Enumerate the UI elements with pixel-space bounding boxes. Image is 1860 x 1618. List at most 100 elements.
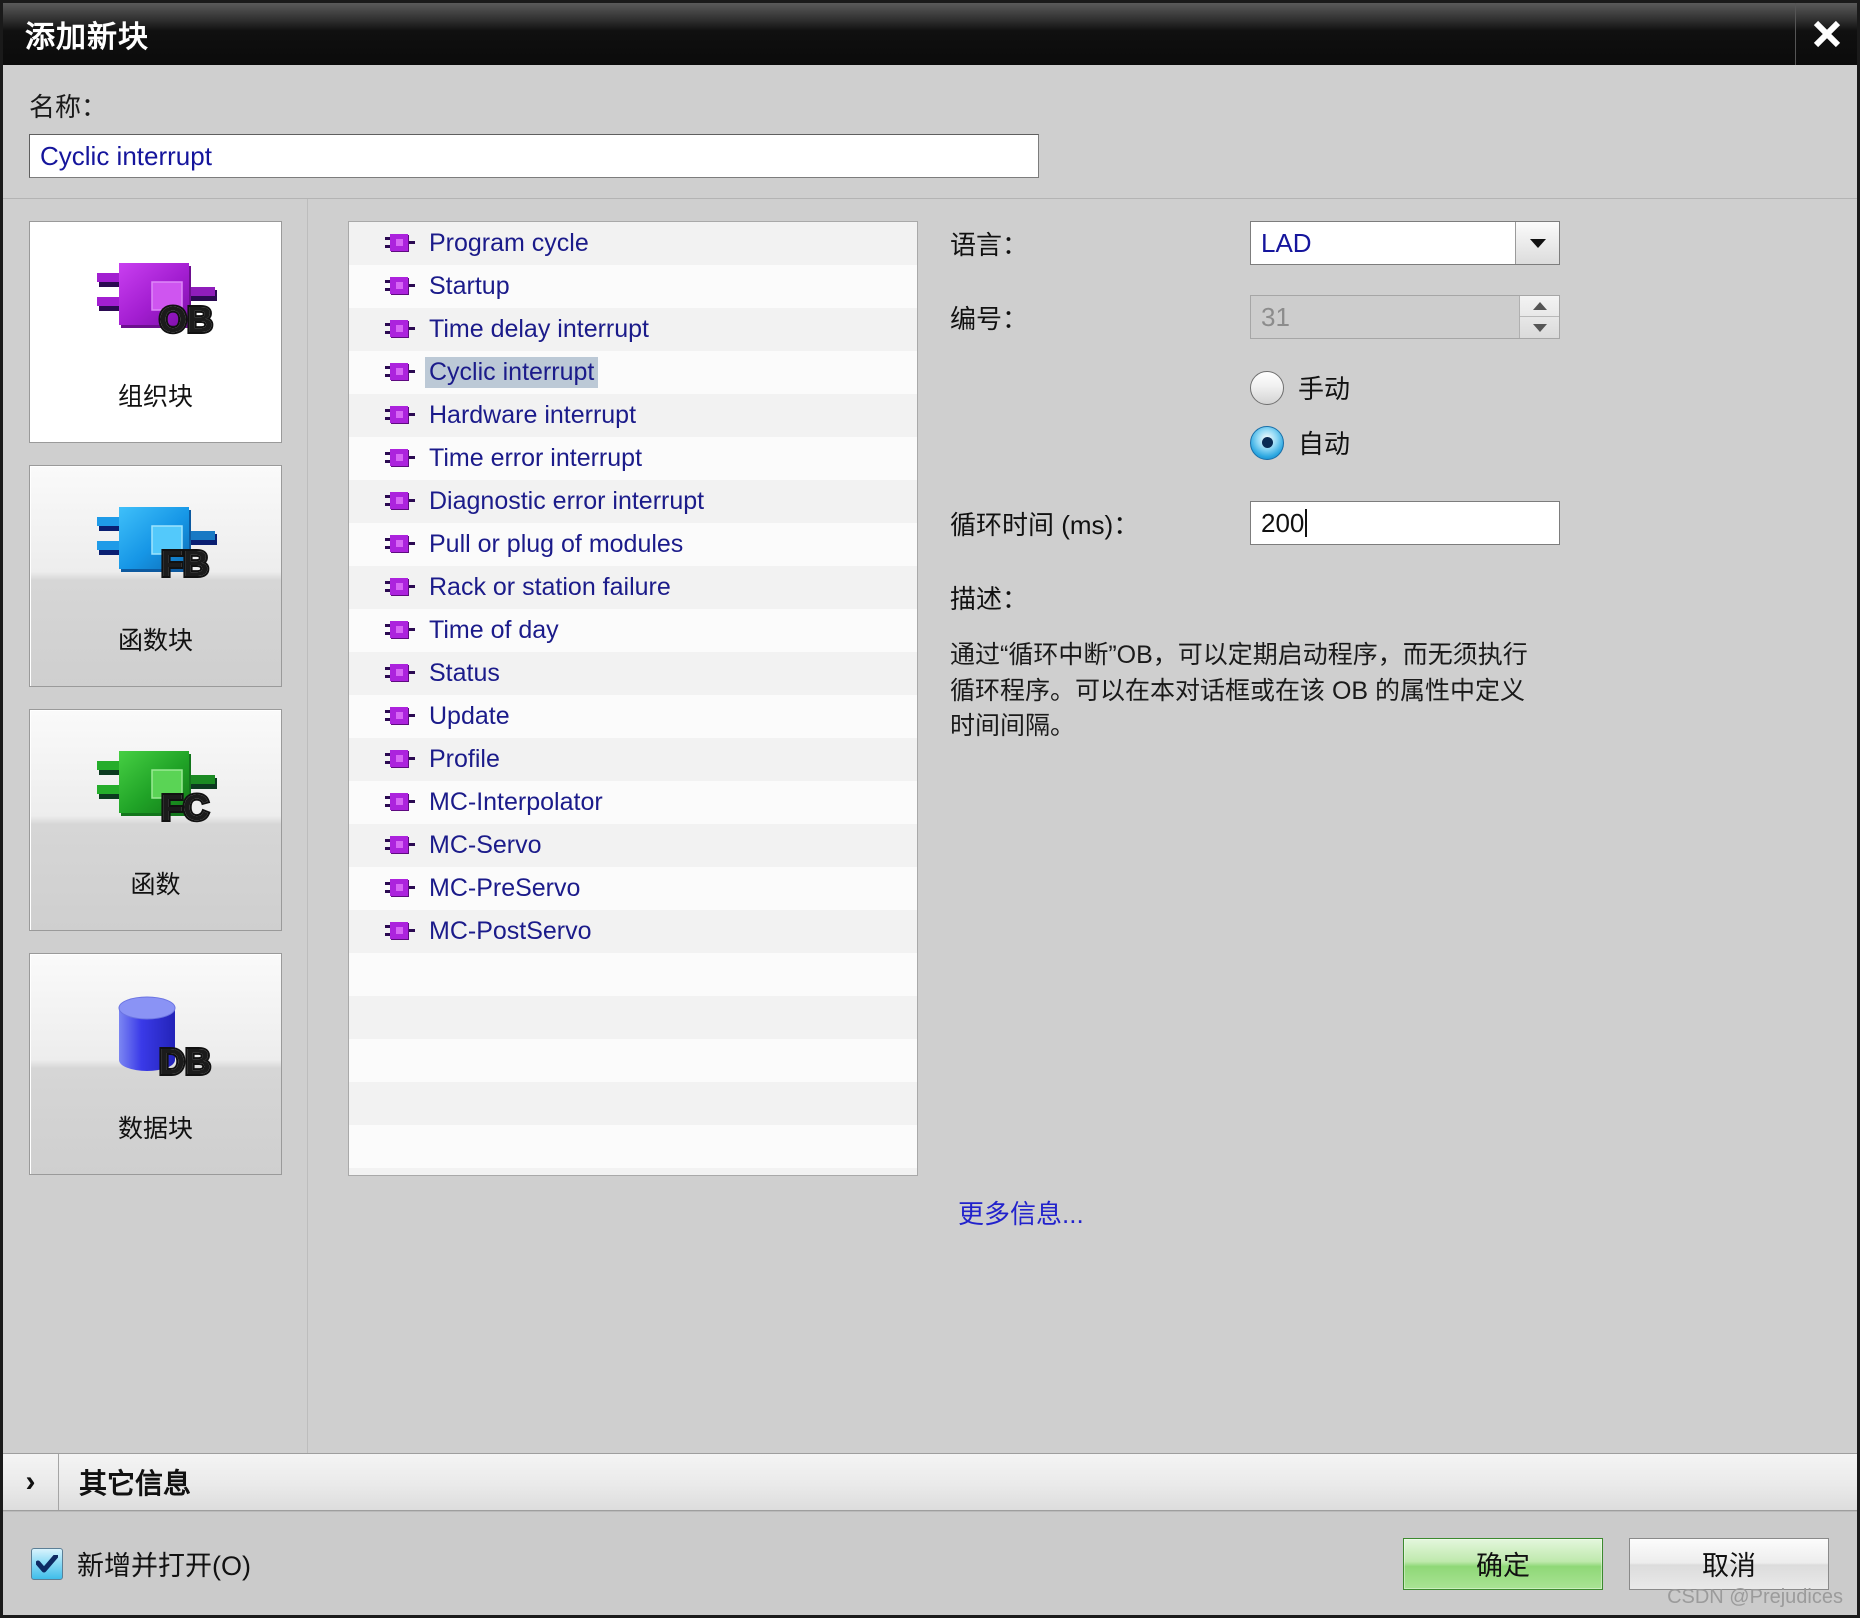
- svg-text:OB: OB: [159, 299, 213, 340]
- ob-chip-icon: [385, 533, 415, 557]
- radio-manual-indicator[interactable]: [1250, 371, 1284, 405]
- block-list-item[interactable]: Cyclic interrupt: [349, 351, 917, 394]
- name-section: 名称： Cyclic interrupt: [3, 65, 1857, 199]
- ob-chip-icon: [385, 447, 415, 471]
- block-list-item-label: MC-PreServo: [425, 873, 584, 904]
- block-type-tile-fb[interactable]: FB FB 函数块: [29, 465, 282, 687]
- block-list-empty-row: [349, 1082, 917, 1125]
- title-bar: 添加新块: [3, 3, 1857, 65]
- db-block-icon: DB DB: [81, 983, 231, 1093]
- dialog-footer: 新增并打开(O) 确定 取消: [3, 1511, 1857, 1615]
- description-text: 通过“循环中断”OB，可以定期启动程序，而无须执行循环程序。可以在本对话框或在该…: [950, 638, 1530, 745]
- block-list[interactable]: Program cycle Startup Time delay interrupt…: [348, 221, 918, 1176]
- radio-auto-indicator[interactable]: [1250, 426, 1284, 460]
- block-type-label-ob: 组织块: [118, 377, 193, 413]
- chevron-down-icon[interactable]: [1515, 222, 1559, 264]
- cycle-time-label: 循环时间 (ms)：: [950, 505, 1250, 542]
- block-list-item-label: Profile: [425, 744, 504, 775]
- block-list-item[interactable]: Rack or station failure: [349, 566, 917, 609]
- ob-chip-icon: [385, 748, 415, 772]
- language-select[interactable]: LAD: [1250, 221, 1560, 265]
- block-type-label-db: 数据块: [118, 1109, 193, 1145]
- block-list-item-label: Program cycle: [425, 228, 593, 259]
- block-list-item[interactable]: Startup: [349, 265, 917, 308]
- ob-block-icon: OB OB: [81, 251, 231, 361]
- ob-chip-icon: [385, 361, 415, 385]
- block-list-item-label: MC-PostServo: [425, 916, 596, 947]
- block-list-item[interactable]: Pull or plug of modules: [349, 523, 917, 566]
- ob-chip-icon: [385, 619, 415, 643]
- block-list-item[interactable]: Diagnostic error interrupt: [349, 480, 917, 523]
- block-list-empty-row: [349, 1168, 917, 1176]
- block-list-item-label: Diagnostic error interrupt: [425, 486, 708, 517]
- ob-chip-icon: [385, 404, 415, 428]
- svg-text:FC: FC: [161, 787, 209, 828]
- radio-manual-label: 手动: [1298, 369, 1350, 406]
- chevron-right-icon[interactable]: ›: [3, 1454, 59, 1510]
- block-list-item-label: MC-Servo: [425, 830, 546, 861]
- block-list-item-label: Startup: [425, 271, 514, 302]
- block-list-item-label: Update: [425, 701, 514, 732]
- block-list-empty-row: [349, 953, 917, 996]
- block-type-tile-db[interactable]: DB DB 数据块: [29, 953, 282, 1175]
- stepper-up-icon[interactable]: [1520, 296, 1559, 317]
- language-label: 语言：: [950, 225, 1250, 262]
- block-list-item-label: Hardware interrupt: [425, 400, 640, 431]
- block-list-item[interactable]: Update: [349, 695, 917, 738]
- block-list-item[interactable]: Hardware interrupt: [349, 394, 917, 437]
- close-icon[interactable]: [1795, 3, 1857, 65]
- block-type-tile-ob[interactable]: OB OB 组织块: [29, 221, 282, 443]
- block-list-item[interactable]: Profile: [349, 738, 917, 781]
- number-stepper[interactable]: 31: [1250, 295, 1560, 339]
- block-list-item-label: Time delay interrupt: [425, 314, 653, 345]
- block-type-label-fb: 函数块: [118, 621, 193, 657]
- block-list-item-label: MC-Interpolator: [425, 787, 607, 818]
- number-label: 编号：: [950, 299, 1250, 336]
- block-list-item[interactable]: Time delay interrupt: [349, 308, 917, 351]
- number-stepper-buttons[interactable]: [1519, 296, 1559, 338]
- name-input[interactable]: Cyclic interrupt: [29, 134, 1039, 178]
- cancel-button[interactable]: 取消: [1629, 1538, 1829, 1590]
- block-list-item-label: Rack or station failure: [425, 572, 675, 603]
- fb-block-icon: FB FB: [81, 495, 231, 605]
- radio-auto[interactable]: 自动: [1250, 424, 1805, 461]
- stepper-down-icon[interactable]: [1520, 317, 1559, 338]
- block-list-item-label: Time of day: [425, 615, 563, 646]
- text-caret: [1305, 509, 1307, 537]
- properties-panel: 语言： LAD 编号： 31: [928, 199, 1857, 1453]
- ok-button[interactable]: 确定: [1403, 1538, 1603, 1590]
- block-list-item[interactable]: MC-PreServo: [349, 867, 917, 910]
- checkbox-checked-icon[interactable]: [31, 1548, 63, 1580]
- number-value: 31: [1251, 296, 1519, 338]
- svg-text:FB: FB: [161, 543, 209, 584]
- svg-text:DB: DB: [159, 1041, 211, 1082]
- cycle-time-input[interactable]: 200: [1250, 501, 1560, 545]
- fc-block-icon: FC FC: [81, 739, 231, 849]
- block-list-item[interactable]: Status: [349, 652, 917, 695]
- ob-chip-icon: [385, 791, 415, 815]
- block-type-label-fc: 函数: [130, 865, 180, 901]
- ob-chip-icon: [385, 318, 415, 342]
- radio-manual[interactable]: 手动: [1250, 369, 1805, 406]
- block-list-empty-row: [349, 1039, 917, 1082]
- ob-chip-icon: [385, 920, 415, 944]
- ob-chip-icon: [385, 490, 415, 514]
- ob-chip-icon: [385, 662, 415, 686]
- ob-chip-icon: [385, 834, 415, 858]
- block-list-item[interactable]: MC-Interpolator: [349, 781, 917, 824]
- block-type-tile-fc[interactable]: FC FC 函数: [29, 709, 282, 931]
- block-list-item[interactable]: Program cycle: [349, 222, 917, 265]
- block-list-item[interactable]: Time error interrupt: [349, 437, 917, 480]
- other-information-expander[interactable]: › 其它信息: [3, 1453, 1857, 1511]
- language-value: LAD: [1251, 222, 1515, 264]
- footer-buttons: 确定 取消: [1403, 1538, 1829, 1590]
- block-list-item-label: Time error interrupt: [425, 443, 646, 474]
- ob-chip-icon: [385, 576, 415, 600]
- block-list-item[interactable]: Time of day: [349, 609, 917, 652]
- block-list-item[interactable]: MC-PostServo: [349, 910, 917, 953]
- block-list-item-label: Pull or plug of modules: [425, 529, 687, 560]
- block-list-empty-row: [349, 1125, 917, 1168]
- block-list-item[interactable]: MC-Servo: [349, 824, 917, 867]
- add-and-open-label: 新增并打开(O): [77, 1544, 251, 1583]
- add-and-open-checkbox[interactable]: 新增并打开(O): [31, 1544, 251, 1583]
